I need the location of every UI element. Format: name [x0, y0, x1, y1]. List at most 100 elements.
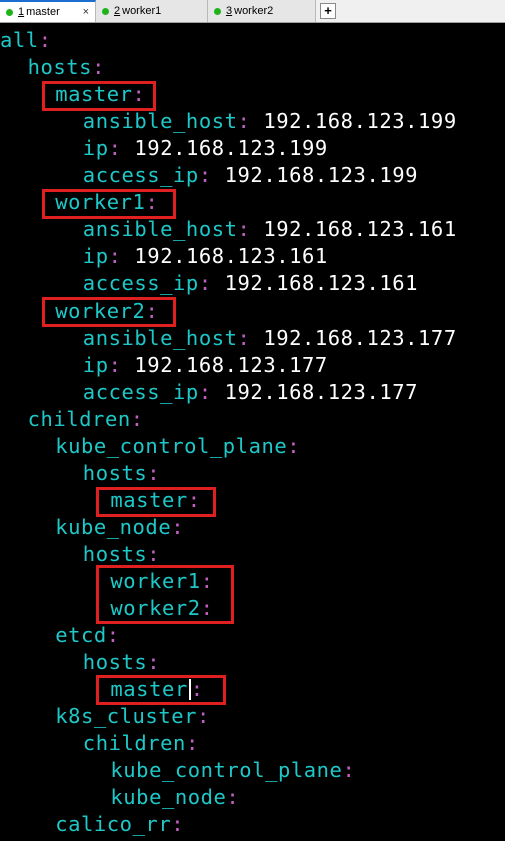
yaml-key: children: [82, 731, 186, 756]
yaml-line: ansible_host: 192.168.123.161: [83, 216, 457, 243]
tab-label: master: [26, 6, 60, 18]
yaml-colon: :: [190, 677, 204, 702]
tab-worker2[interactable]: 3 worker2: [208, 0, 316, 22]
yaml-colon: :: [198, 163, 212, 188]
yaml-value: 192.168.123.199: [263, 109, 457, 134]
yaml-line: master:: [110, 676, 203, 703]
yaml-colon: :: [147, 650, 161, 675]
yaml-key: master: [55, 82, 133, 107]
yaml-line: hosts:: [28, 54, 105, 81]
tab-number: 3: [226, 5, 233, 17]
yaml-colon: :: [237, 109, 251, 134]
yaml-key: worker1: [55, 190, 146, 215]
yaml-colon: :: [200, 569, 214, 593]
yaml-key: worker2: [110, 596, 201, 621]
yaml-colon: :: [200, 596, 214, 621]
yaml-line: master:: [55, 81, 145, 108]
yaml-line: kube_control_plane:: [110, 757, 355, 784]
yaml-colon: :: [237, 325, 251, 350]
yaml-line: access_ip: 192.168.123.199: [83, 162, 418, 189]
yaml-value: 192.168.123.199: [134, 136, 328, 161]
yaml-colon: :: [145, 190, 159, 215]
yaml-colon: :: [38, 28, 52, 52]
yaml-key: kube_node: [110, 785, 227, 810]
connected-status-icon: [102, 7, 109, 15]
yaml-colon: :: [226, 785, 240, 810]
yaml-line: calico_rr:: [55, 811, 184, 838]
yaml-line: kube_control_plane:: [55, 433, 300, 460]
yaml-line: hosts:: [83, 649, 160, 676]
yaml-line: worker2:: [110, 595, 213, 622]
yaml-key: worker1: [110, 569, 201, 593]
yaml-key: kube_node: [55, 514, 172, 539]
yaml-line: hosts:: [83, 541, 160, 568]
yaml-key: ip: [82, 136, 109, 161]
tab-label: worker1: [122, 5, 162, 17]
tab-label: worker2: [234, 5, 274, 17]
yaml-key: ansible_host: [82, 109, 238, 134]
yaml-key: etcd: [55, 623, 107, 648]
yaml-line: k8s_cluster:: [55, 703, 210, 730]
yaml-line: ip: 192.168.123.199: [83, 135, 328, 162]
yaml-key: ip: [82, 352, 109, 377]
tab-worker1[interactable]: 2 worker1: [96, 0, 208, 22]
yaml-line: children:: [28, 406, 144, 433]
terminal-editor[interactable]: all: hosts: master: ansible_host: 192.168.1…: [0, 28, 505, 841]
yaml-colon: :: [147, 460, 161, 485]
yaml-line: children:: [83, 730, 199, 757]
yaml-value: 192.168.123.177: [263, 325, 457, 350]
yaml-key: ip: [82, 244, 109, 269]
yaml-value: 192.168.123.161: [263, 217, 457, 242]
yaml-value: 192.168.123.177: [224, 379, 419, 404]
yaml-value: 192.168.123.199: [224, 163, 419, 188]
yaml-line: worker1:: [55, 189, 158, 216]
yaml-key: children: [27, 406, 131, 431]
yaml-colon: :: [342, 758, 356, 783]
yaml-colon: :: [92, 55, 105, 80]
yaml-colon: :: [185, 731, 199, 756]
yaml-line: kube_node:: [110, 784, 239, 811]
yaml-colon: :: [106, 623, 120, 648]
add-tab-button[interactable]: +: [320, 3, 336, 19]
yaml-colon: :: [198, 271, 212, 296]
yaml-key: hosts: [82, 460, 148, 485]
yaml-key: master: [110, 677, 188, 702]
yaml-key: all: [0, 28, 39, 52]
yaml-line: hosts:: [83, 460, 160, 487]
yaml-key: ansible_host: [82, 325, 238, 350]
yaml-colon: :: [130, 406, 144, 431]
tab-bar: 1 master × 2 worker1 3 worker2 +: [0, 0, 505, 23]
connected-status-icon: [6, 8, 13, 16]
connected-status-icon: [214, 7, 221, 15]
yaml-colon: :: [198, 379, 212, 404]
tab-number: 1: [18, 6, 25, 18]
yaml-colon: :: [237, 217, 251, 242]
tab-master[interactable]: 1 master ×: [0, 0, 96, 22]
yaml-value: 192.168.123.161: [134, 244, 328, 269]
tab-number: 2: [114, 5, 121, 17]
yaml-line: etcd:: [55, 622, 119, 649]
yaml-key: hosts: [27, 55, 93, 80]
yaml-colon: :: [171, 812, 185, 837]
yaml-line: worker1:: [110, 568, 213, 595]
yaml-line: ansible_host: 192.168.123.177: [83, 325, 457, 352]
yaml-line: ansible_host: 192.168.123.199: [83, 108, 457, 135]
yaml-key: ansible_host: [82, 217, 238, 242]
yaml-key: hosts: [82, 541, 148, 566]
yaml-line: master:: [110, 487, 200, 514]
yaml-colon: :: [187, 487, 201, 512]
yaml-line: access_ip: 192.168.123.177: [83, 379, 418, 406]
yaml-colon: :: [132, 82, 146, 107]
yaml-line: ip: 192.168.123.161: [83, 243, 328, 270]
yaml-value: 192.168.123.177: [134, 352, 328, 377]
yaml-line: kube_node:: [55, 514, 184, 541]
yaml-colon: :: [145, 298, 159, 323]
yaml-colon: :: [197, 704, 210, 729]
close-tab-icon[interactable]: ×: [83, 6, 89, 18]
yaml-line: access_ip: 192.168.123.161: [83, 270, 418, 297]
yaml-key: worker2: [55, 298, 146, 323]
yaml-key: calico_rr: [55, 812, 172, 837]
yaml-colon: :: [287, 433, 301, 458]
yaml-line: worker2:: [55, 298, 158, 325]
yaml-key: k8s_cluster: [55, 704, 197, 729]
